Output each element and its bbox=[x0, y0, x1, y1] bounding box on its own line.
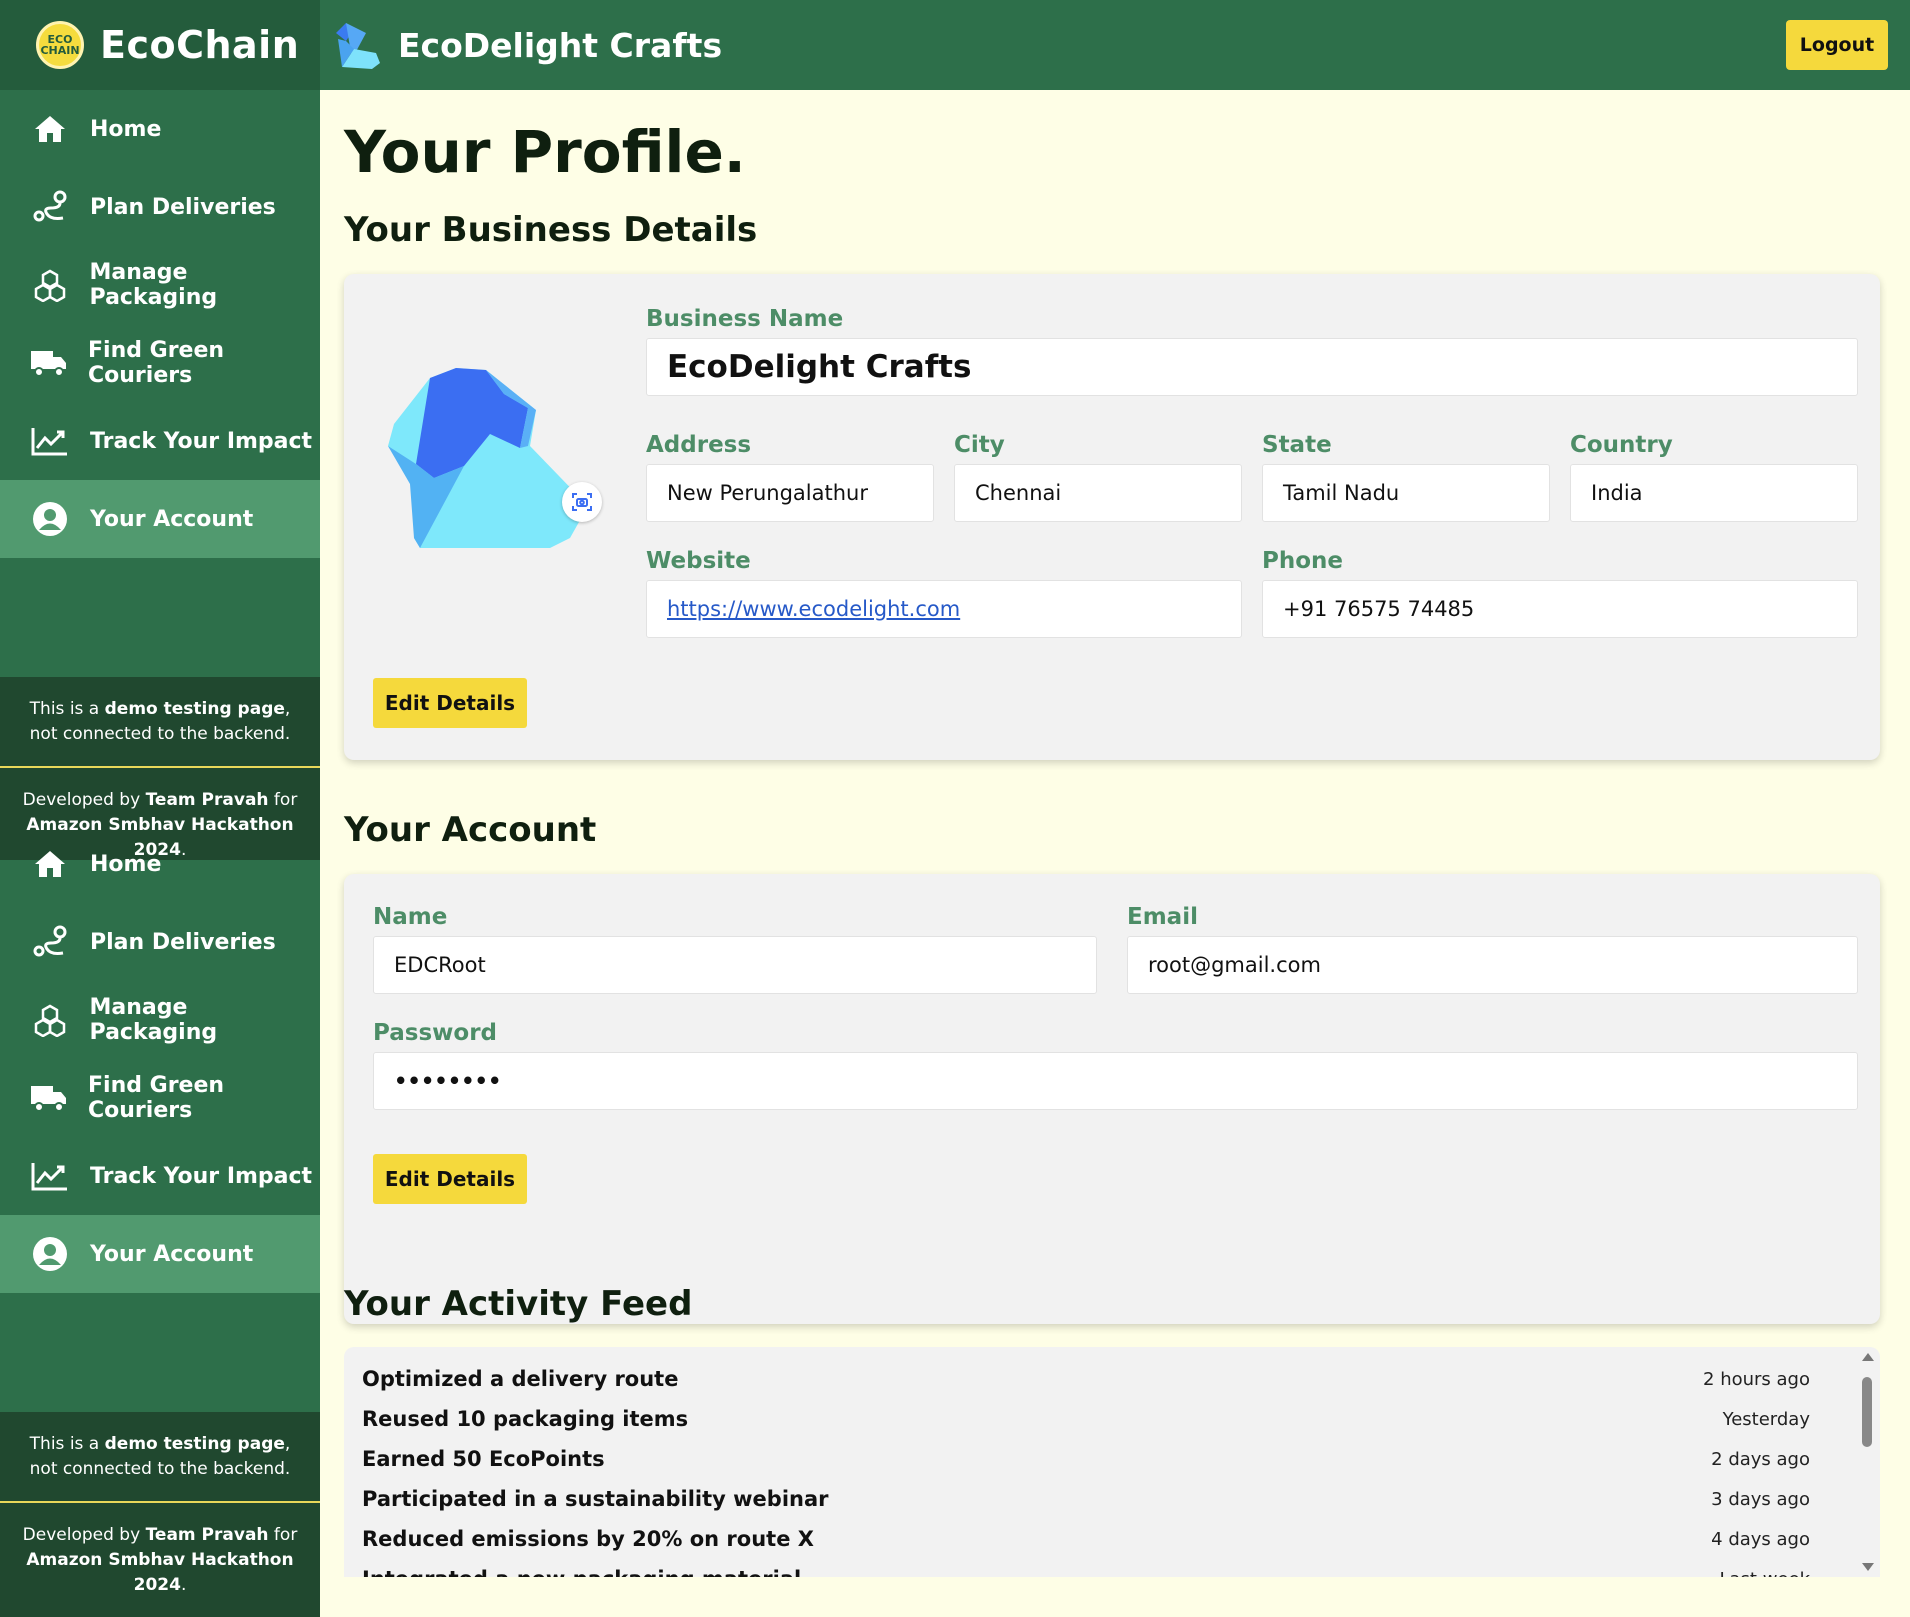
sidebar-item-label: Your Account bbox=[90, 1241, 254, 1267]
edit-business-button[interactable]: Edit Details bbox=[373, 678, 527, 728]
city-field[interactable]: Chennai bbox=[954, 464, 1242, 522]
header-business-name: EcoDelight Crafts bbox=[398, 25, 723, 65]
sidebar-item-label: Track Your Impact bbox=[90, 1163, 313, 1189]
list-item: Integrated a new packaging materialLast … bbox=[362, 1559, 1810, 1577]
truck-icon bbox=[30, 1078, 68, 1118]
sidebar-item-label: Manage Packaging bbox=[89, 260, 218, 310]
sidebar-item-home[interactable]: Home bbox=[0, 90, 320, 168]
sidebar-item-plan-deliveries[interactable]: Plan Deliveries bbox=[0, 168, 320, 246]
name-label: Name bbox=[373, 904, 448, 930]
business-logo-icon bbox=[336, 23, 380, 69]
password-field[interactable]: •••••••• bbox=[373, 1052, 1858, 1110]
account-card: Name EDCRoot Email root@gmail.com Passwo… bbox=[344, 874, 1880, 1324]
sidebar-item-label: Your Account bbox=[90, 506, 254, 532]
email-field[interactable]: root@gmail.com bbox=[1127, 936, 1858, 994]
sidebar-item-label: Find Green Couriers bbox=[88, 338, 225, 388]
brand-name: EcoChain bbox=[100, 23, 300, 67]
sidebar-item-find-green-couriers[interactable]: Find Green Couriers bbox=[0, 1059, 320, 1137]
sidebar-nav: Home Plan Deliveries Manage Packaging Fi… bbox=[0, 90, 320, 558]
account-section-title: Your Account bbox=[344, 810, 597, 850]
feed-scrollbar[interactable] bbox=[1856, 1347, 1880, 1577]
home-icon bbox=[30, 109, 70, 149]
demo-note: This is a demo testing page, not connect… bbox=[0, 1412, 320, 1502]
password-label: Password bbox=[373, 1020, 497, 1046]
logout-button[interactable]: Logout bbox=[1786, 20, 1888, 70]
page-title: Your Profile. bbox=[344, 118, 746, 186]
sidebar-item-label: Manage Packaging bbox=[89, 995, 218, 1045]
sidebar-item-manage-packaging[interactable]: Manage Packaging bbox=[0, 246, 320, 324]
business-logo bbox=[374, 354, 610, 574]
sidebar-nav-duplicate: Home Plan Deliveries Manage Packaging Fi… bbox=[0, 825, 320, 1293]
boxes-icon bbox=[30, 265, 70, 305]
business-card: Business Name EcoDelight Crafts Address … bbox=[344, 274, 1880, 760]
business-name-field[interactable]: EcoDelight Crafts bbox=[646, 338, 1858, 396]
address-field[interactable]: New Perungalathur bbox=[646, 464, 934, 522]
sidebar-item-find-green-couriers[interactable]: Find Green Couriers bbox=[0, 324, 320, 402]
activity-section-title: Your Activity Feed bbox=[344, 1284, 693, 1324]
activity-feed[interactable]: Optimized a delivery route 2 hours ago Re… bbox=[344, 1347, 1880, 1577]
list-item: Reused 10 packaging items Yesterday bbox=[362, 1407, 1810, 1431]
email-label: Email bbox=[1127, 904, 1198, 930]
brand[interactable]: ECO CHAIN EcoChain bbox=[0, 0, 320, 90]
sidebar-item-label: Home bbox=[90, 116, 162, 142]
edit-account-button[interactable]: Edit Details bbox=[373, 1154, 527, 1204]
business-section-title: Your Business Details bbox=[344, 210, 758, 250]
sidebar-item-label: Plan Deliveries bbox=[90, 929, 276, 955]
ecochain-logo: ECO CHAIN bbox=[36, 21, 84, 69]
phone-label: Phone bbox=[1262, 548, 1344, 574]
route-icon bbox=[30, 187, 70, 227]
sidebar-item-label: Find Green Couriers bbox=[88, 1073, 225, 1123]
route-icon bbox=[30, 922, 70, 962]
website-field: https://www.ecodelight.com bbox=[646, 580, 1242, 638]
change-logo-button[interactable] bbox=[562, 482, 602, 522]
country-field[interactable]: India bbox=[1570, 464, 1858, 522]
sidebar-item-track-your-impact[interactable]: Track Your Impact bbox=[0, 402, 320, 480]
developer-note: Developed by Team Pravah for Amazon Smbh… bbox=[0, 1503, 320, 1617]
sidebar-item-plan-deliveries[interactable]: Plan Deliveries bbox=[0, 903, 320, 981]
country-label: Country bbox=[1570, 432, 1673, 458]
sidebar-item-track-your-impact[interactable]: Track Your Impact bbox=[0, 1137, 320, 1215]
demo-note: This is a demo testing page, not connect… bbox=[0, 677, 320, 767]
website-label: Website bbox=[646, 548, 751, 574]
list-item: Reduced emissions by 20% on route X4 day… bbox=[362, 1527, 1810, 1551]
chart-icon bbox=[30, 1156, 70, 1196]
sidebar-item-label: Home bbox=[90, 851, 162, 877]
sidebar-item-home[interactable]: Home bbox=[0, 825, 320, 903]
sidebar-item-your-account[interactable]: Your Account bbox=[0, 480, 320, 558]
phone-field[interactable]: +91 76575 74485 bbox=[1262, 580, 1858, 638]
name-field[interactable]: EDCRoot bbox=[373, 936, 1097, 994]
state-field[interactable]: Tamil Nadu bbox=[1262, 464, 1550, 522]
city-label: City bbox=[954, 432, 1005, 458]
camera-scan-icon bbox=[572, 493, 592, 511]
boxes-icon bbox=[30, 1000, 70, 1040]
list-item: Participated in a sustainability webinar… bbox=[362, 1487, 1810, 1511]
state-label: State bbox=[1262, 432, 1332, 458]
user-icon bbox=[30, 1234, 70, 1274]
list-item: Optimized a delivery route 2 hours ago bbox=[362, 1367, 1810, 1391]
sidebar: ECO CHAIN EcoChain Home Plan Deliveries … bbox=[0, 0, 320, 1617]
sidebar-item-your-account[interactable]: Your Account bbox=[0, 1215, 320, 1293]
chart-icon bbox=[30, 421, 70, 461]
scrollbar-thumb[interactable] bbox=[1862, 1377, 1872, 1447]
sidebar-item-label: Track Your Impact bbox=[90, 428, 313, 454]
top-header: EcoDelight Crafts Logout bbox=[320, 0, 1910, 90]
website-link[interactable]: https://www.ecodelight.com bbox=[667, 597, 960, 621]
home-icon bbox=[30, 844, 70, 884]
sidebar-item-label: Plan Deliveries bbox=[90, 194, 276, 220]
address-label: Address bbox=[646, 432, 752, 458]
list-item: Earned 50 EcoPoints 2 days ago bbox=[362, 1447, 1810, 1471]
user-icon bbox=[30, 499, 70, 539]
truck-icon bbox=[30, 343, 68, 383]
business-name-label: Business Name bbox=[646, 306, 844, 332]
sidebar-item-manage-packaging[interactable]: Manage Packaging bbox=[0, 981, 320, 1059]
